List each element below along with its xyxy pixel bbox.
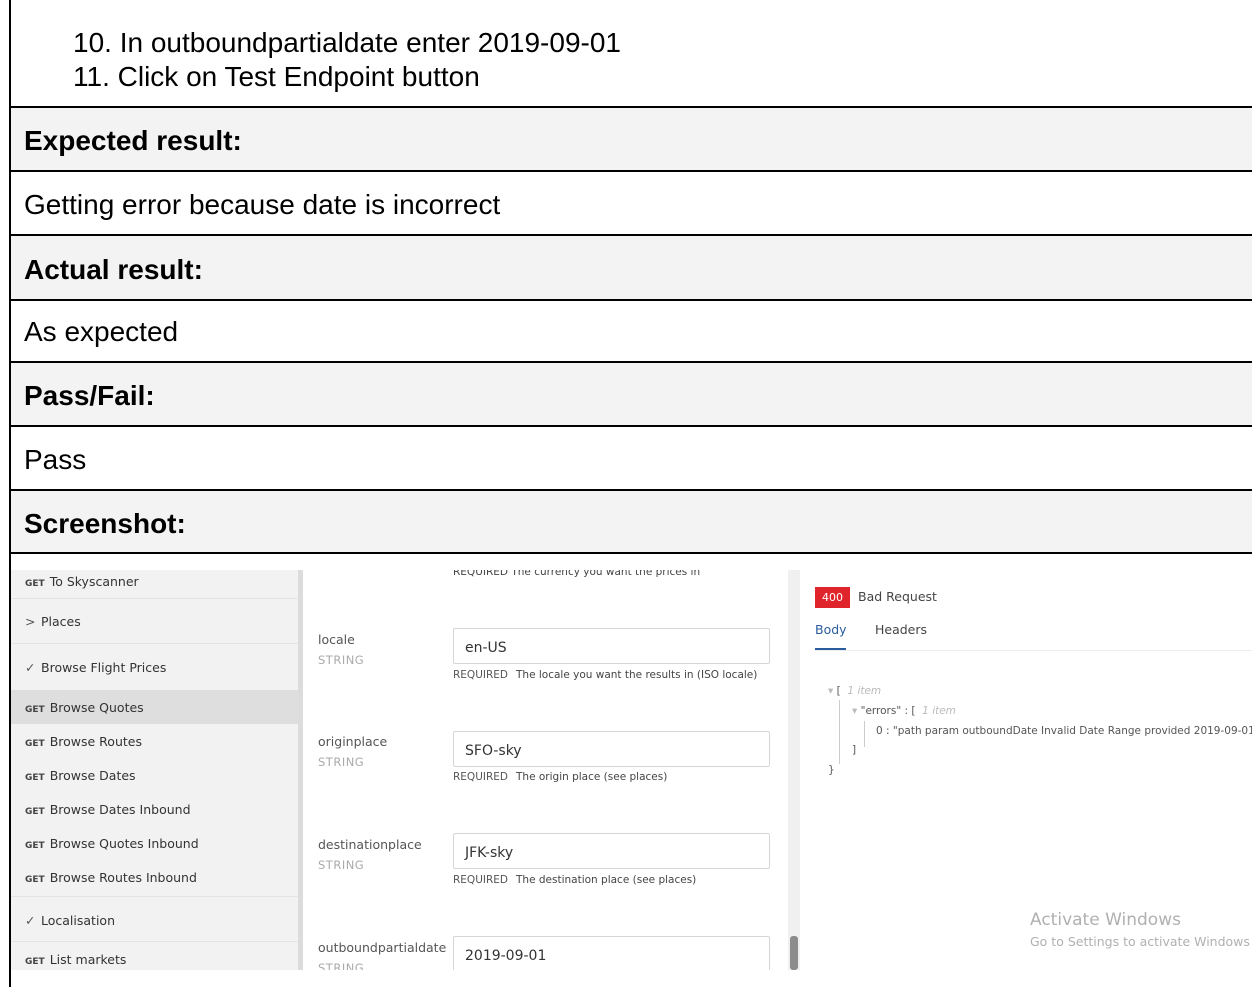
actual-result-label: Actual result: <box>24 254 203 285</box>
pass-fail-label: Pass/Fail: <box>24 380 155 411</box>
expected-result-row: Getting error because date is incorrect <box>11 172 1252 236</box>
sidebar-item-list-markets[interactable]: GET List markets <box>11 941 298 970</box>
sidebar-item-label: List markets <box>49 952 127 967</box>
sidebar-item-label: To Skyscanner <box>49 574 139 589</box>
check-icon: ✓ <box>25 660 36 675</box>
status-code-badge: 400 <box>815 587 850 608</box>
sidebar-item-label: Browse Quotes <box>49 700 144 715</box>
sidebar-item-label: Places <box>41 614 81 629</box>
tab-divider <box>815 650 1252 651</box>
sidebar-item-label: Browse Dates <box>49 768 136 783</box>
get-method-badge: GET <box>25 773 45 783</box>
steps-list: 10. In outboundpartialdate enter 2019-09… <box>73 26 621 94</box>
json-errors-line: ▾ "errors" : [ 1 item <box>852 705 956 717</box>
param-name-locale: locale <box>318 632 355 647</box>
activate-windows-title: Activate Windows <box>1030 910 1181 930</box>
activate-windows-subtitle: Go to Settings to activate Windows <box>1030 934 1250 949</box>
expected-result-value: Getting error because date is incorrect <box>24 189 501 220</box>
step-11: 11. Click on Test Endpoint button <box>73 61 480 92</box>
sidebar-item-label: Browse Routes <box>49 734 142 749</box>
expected-result-label: Expected result: <box>24 125 242 156</box>
expected-result-header: Expected result: <box>11 108 1252 172</box>
pass-fail-header: Pass/Fail: <box>11 363 1252 427</box>
sidebar-item-to-skyscanner[interactable]: GET To Skyscanner <box>11 570 298 598</box>
steps-row: 10. In outboundpartialdate enter 2019-09… <box>11 0 1252 108</box>
parameters-scrollbar-thumb[interactable] <box>790 936 798 970</box>
sidebar-item-browse-routes[interactable]: GET Browse Routes <box>11 724 298 758</box>
sidebar-item-browse-quotes-inbound[interactable]: GET Browse Quotes Inbound <box>11 826 298 860</box>
status-text: Bad Request <box>858 589 937 604</box>
locale-input[interactable]: en-US <box>453 628 770 664</box>
get-method-badge: GET <box>25 807 45 817</box>
sidebar-group-places[interactable]: > Places <box>11 598 298 643</box>
parameters-scrollbar-track <box>788 570 800 970</box>
outboundpartialdate-input[interactable]: 2019-09-01 <box>453 936 770 970</box>
originplace-input[interactable]: SFO-sky <box>453 731 770 767</box>
destinationplace-input[interactable]: JFK-sky <box>453 833 770 869</box>
currency-description: REQUIRED The currency you want the price… <box>453 570 701 578</box>
param-description: The origin place (see places) <box>516 771 668 783</box>
pass-fail-value: Pass <box>24 444 87 475</box>
sidebar-item-label: Browse Routes Inbound <box>49 870 197 885</box>
check-icon: ✓ <box>25 913 36 928</box>
param-desc-destinationplace: REQUIRED The destination place (see place… <box>453 874 696 886</box>
param-type-locale: STRING <box>318 653 365 667</box>
sidebar-group-browse-flight-prices[interactable]: ✓ Browse Flight Prices <box>11 643 298 690</box>
get-method-badge: GET <box>25 875 45 885</box>
param-name-originplace: originplace <box>318 734 388 749</box>
get-method-badge: GET <box>25 579 45 589</box>
required-label: REQUIRED <box>453 771 508 783</box>
required-label: REQUIRED <box>453 874 508 886</box>
json-errors-close: ] <box>852 744 857 756</box>
required-label: REQUIRED <box>453 669 508 681</box>
screenshot-header: Screenshot: <box>11 491 1252 554</box>
json-error-message: 0 : "path param outboundDate Invalid Dat… <box>876 725 1252 737</box>
active-tab-indicator <box>815 648 846 650</box>
param-description: The locale you want the results in (ISO … <box>516 669 758 681</box>
endpoint-sidebar: GET To Skyscanner > Places ✓ Browse Flight … <box>11 570 298 970</box>
sidebar-item-browse-dates-inbound[interactable]: GET Browse Dates Inbound <box>11 792 298 826</box>
sidebar-group-localisation[interactable]: ✓ Localisation <box>11 896 298 941</box>
json-root-line: ▾ [ 1 item <box>828 685 882 697</box>
json-root-close: } <box>828 764 835 776</box>
step-10: 10. In outboundpartialdate enter 2019-09… <box>73 27 621 58</box>
param-type-outboundpartialdate: STRING <box>318 961 365 970</box>
screenshot-label: Screenshot: <box>24 508 186 539</box>
tab-body[interactable]: Body <box>815 622 847 637</box>
json-indent-guide <box>839 700 840 764</box>
get-method-badge: GET <box>25 705 45 715</box>
param-desc-locale: REQUIRED The locale you want the results … <box>453 669 757 681</box>
param-name-destinationplace: destinationplace <box>318 837 422 852</box>
sidebar-item-label: Browse Dates Inbound <box>49 802 191 817</box>
json-indent-guide <box>864 721 865 747</box>
tab-headers[interactable]: Headers <box>875 622 927 637</box>
sidebar-item-label: Browse Quotes Inbound <box>49 836 199 851</box>
pass-fail-row: Pass <box>11 427 1252 491</box>
response-panel: 400 Bad Request Body Headers ▾ [ 1 item … <box>806 570 1252 970</box>
chevron-right-icon: > <box>25 614 36 629</box>
sidebar-item-browse-quotes[interactable]: GET Browse Quotes <box>11 690 298 724</box>
get-method-badge: GET <box>25 957 45 967</box>
collapse-triangle-icon[interactable]: ▾ <box>852 705 857 717</box>
collapse-triangle-icon[interactable]: ▾ <box>828 685 833 697</box>
param-type-destinationplace: STRING <box>318 858 365 872</box>
sidebar-item-label: Localisation <box>41 913 115 928</box>
actual-result-value: As expected <box>24 316 179 347</box>
get-method-badge: GET <box>25 739 45 749</box>
sidebar-item-browse-routes-inbound[interactable]: GET Browse Routes Inbound <box>11 860 298 896</box>
parameters-panel: REQUIRED The currency you want the price… <box>303 570 793 970</box>
get-method-badge: GET <box>25 841 45 851</box>
actual-result-row: As expected <box>11 301 1252 363</box>
param-type-originplace: STRING <box>318 755 365 769</box>
embedded-screenshot: GET To Skyscanner > Places ✓ Browse Flight … <box>11 570 1252 970</box>
actual-result-header: Actual result: <box>11 236 1252 301</box>
param-name-outboundpartialdate: outboundpartialdate <box>318 940 447 955</box>
sidebar-item-browse-dates[interactable]: GET Browse Dates <box>11 758 298 792</box>
param-description: The destination place (see places) <box>516 874 697 886</box>
sidebar-item-label: Browse Flight Prices <box>41 660 167 675</box>
param-desc-originplace: REQUIRED The origin place (see places) <box>453 771 667 783</box>
